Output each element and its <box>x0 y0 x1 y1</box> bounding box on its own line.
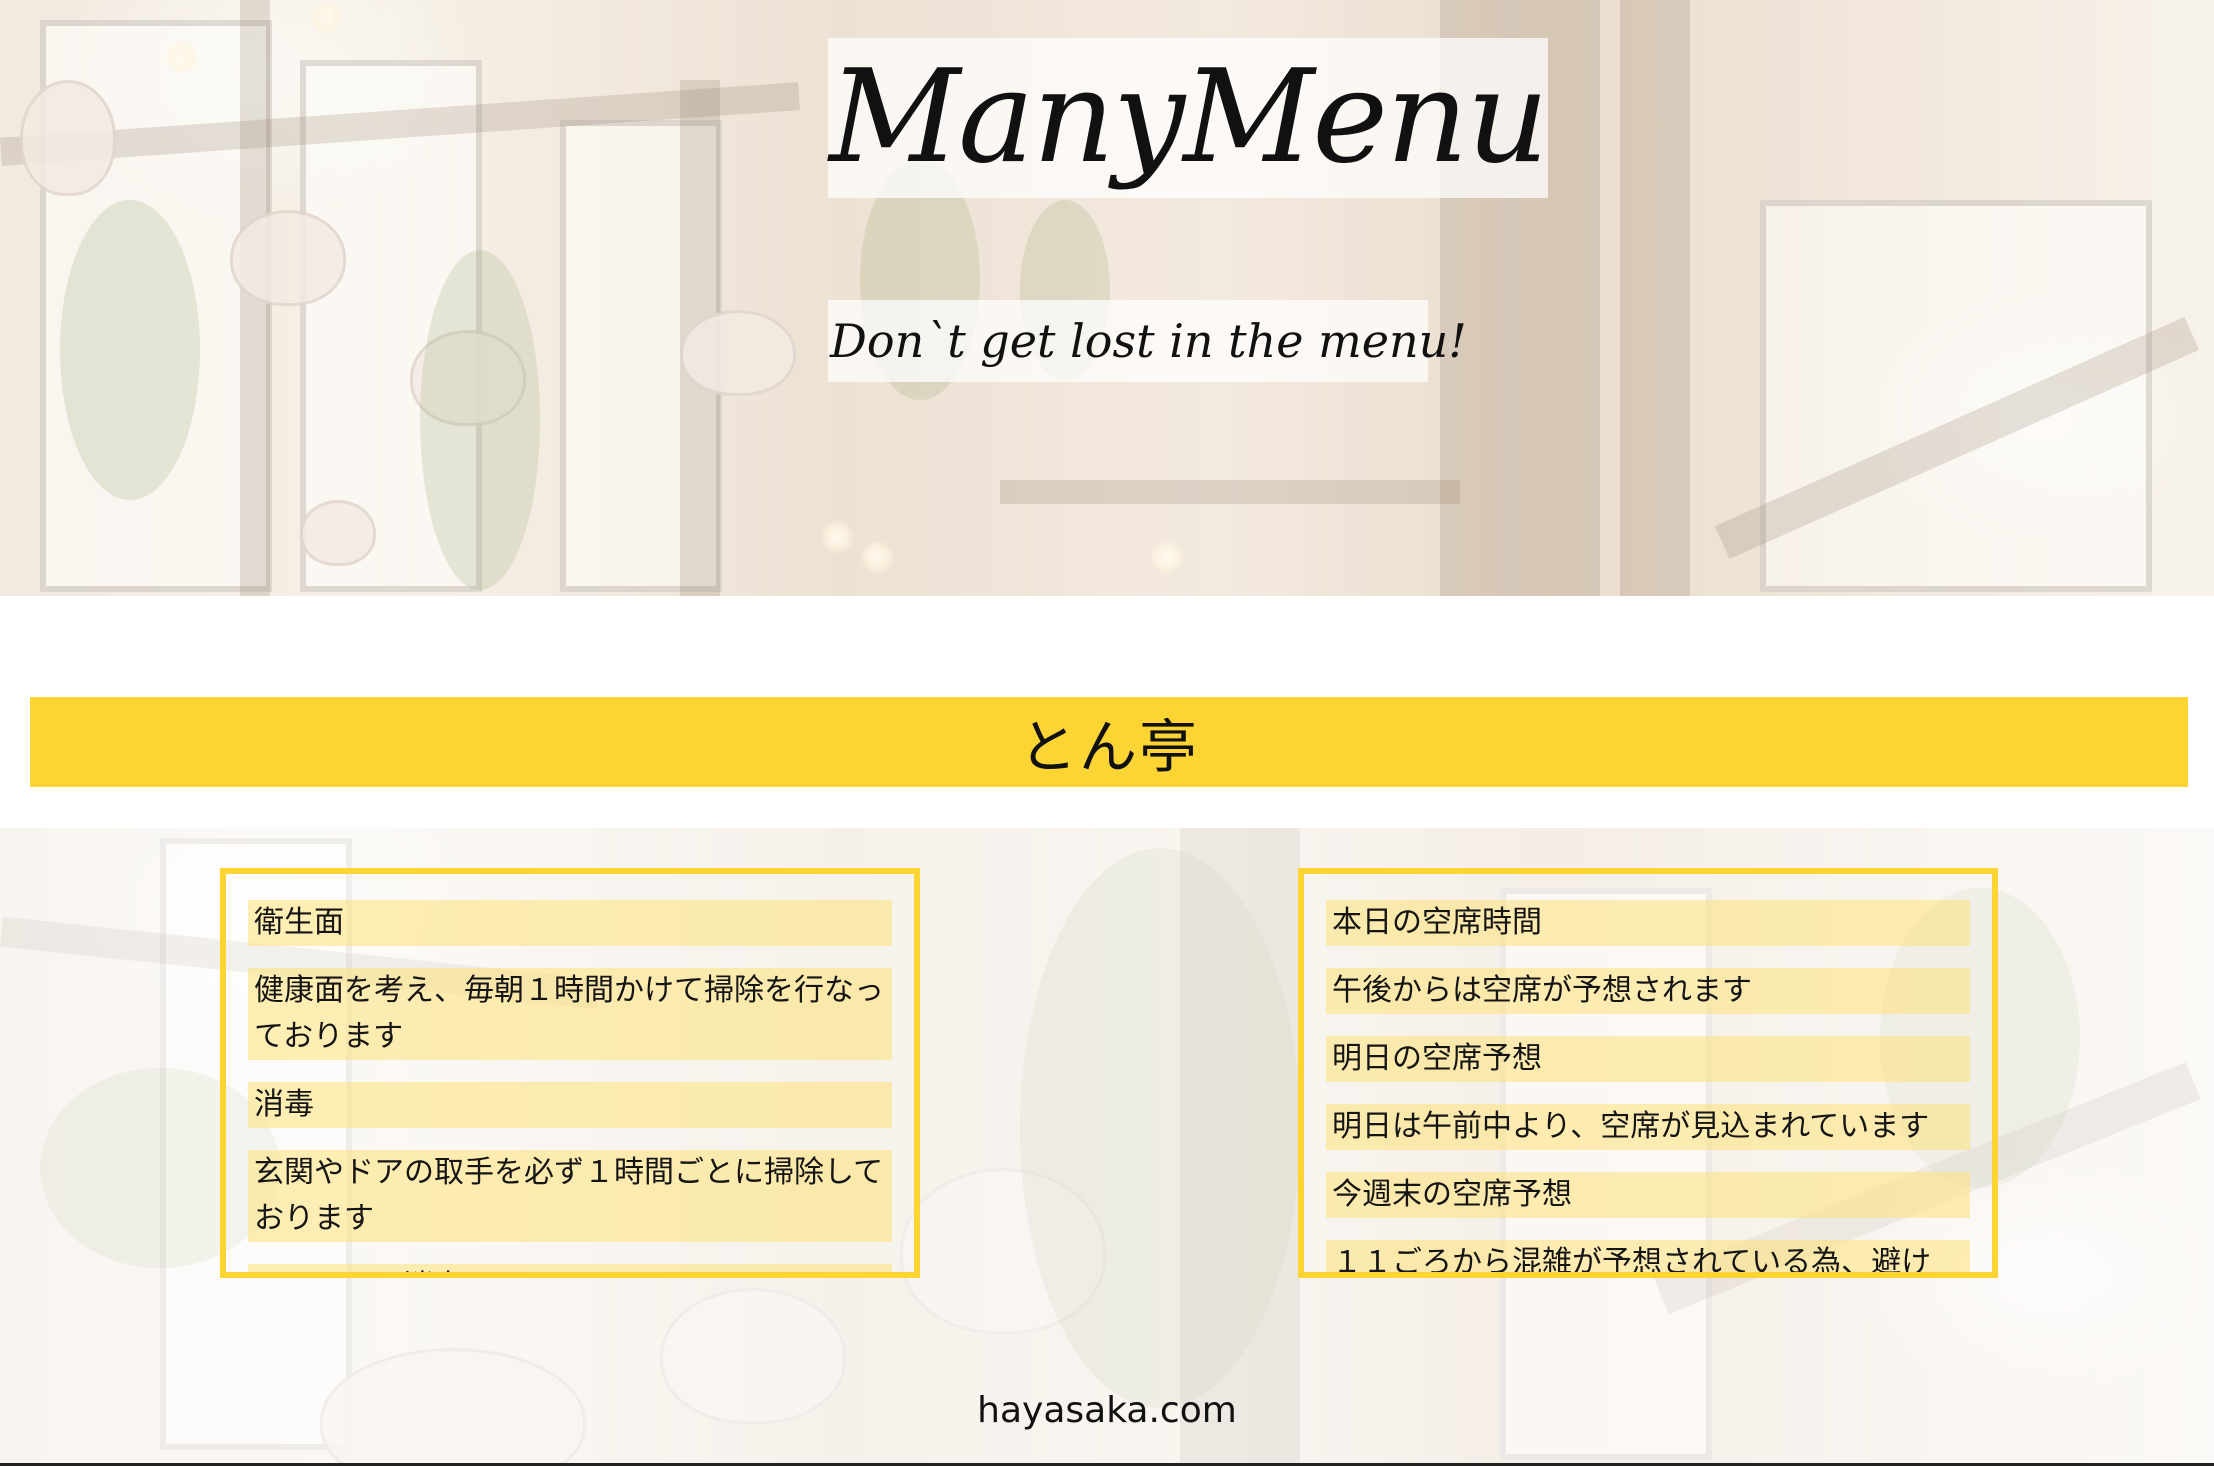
shop-name-bar: とん亭 <box>30 697 2188 787</box>
hygiene-description: 健康面を考え、毎朝１時間かけて掃除を行なっております <box>248 968 892 1060</box>
list-item: アルコール消毒 <box>248 1264 892 1272</box>
footer-site-link[interactable]: hayasaka.com <box>0 1390 2214 1431</box>
shop-name: とん亭 <box>1018 713 1199 781</box>
tagline-backdrop: Don`t get lost in the menu! <box>828 300 1467 382</box>
tomorrow-availability-heading: 明日の空席予想 <box>1326 1036 1970 1082</box>
weekend-availability-heading: 今週末の空席予想 <box>1326 1172 1970 1218</box>
site-tagline: Don`t get lost in the menu! <box>830 314 1467 368</box>
hygiene-heading: 衛生面 <box>248 900 892 946</box>
disinfection-heading: 消毒 <box>248 1082 892 1128</box>
site-title[interactable]: ManyMenu <box>829 54 1549 182</box>
availability-entry-list: 本日の空席時間 午後からは空席が予想されます 明日の空席予想 明日は午前中より、… <box>1326 900 1970 1272</box>
weekend-availability-text: １１ごろから混雑が予想されている為、避け <box>1326 1240 1970 1272</box>
hygiene-info-panel[interactable]: 衛生面 健康面を考え、毎朝１時間かけて掃除を行なっております 消毒 玄関やドアの… <box>220 868 920 1278</box>
disinfection-description: 玄関やドアの取手を必ず１時間ごとに掃除しております <box>248 1150 892 1242</box>
title-backdrop: ManyMenu <box>828 38 1549 198</box>
today-availability-heading: 本日の空席時間 <box>1326 900 1970 946</box>
seat-availability-panel[interactable]: 本日の空席時間 午後からは空席が予想されます 明日の空席予想 明日は午前中より、… <box>1298 868 1998 1278</box>
hygiene-entry-list: 衛生面 健康面を考え、毎朝１時間かけて掃除を行なっております 消毒 玄関やドアの… <box>248 900 892 1272</box>
today-availability-text: 午後からは空席が予想されます <box>1326 968 1970 1014</box>
tomorrow-availability-text: 明日は午前中より、空席が見込まれています <box>1326 1104 1970 1150</box>
